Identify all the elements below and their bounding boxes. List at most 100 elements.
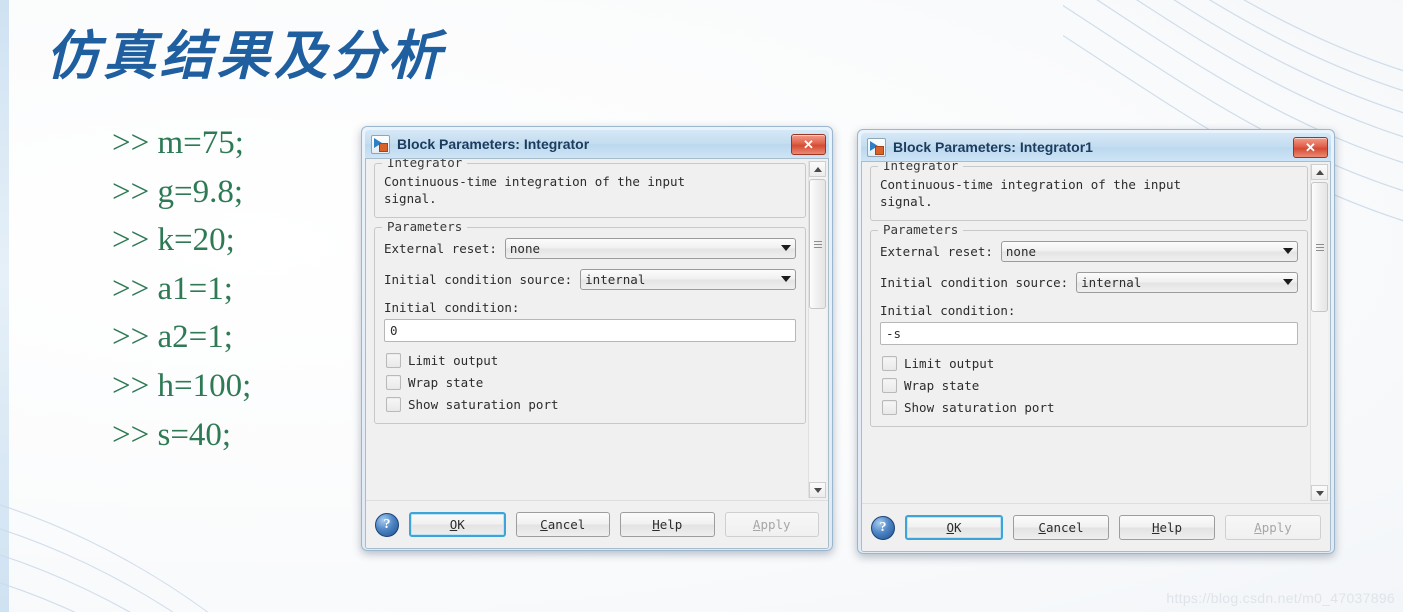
show-saturation-port-label: Show saturation port <box>408 396 559 412</box>
cancel-button[interactable]: Cancel <box>1013 515 1109 540</box>
initial-condition-source-label: Initial condition source: <box>384 271 573 287</box>
external-reset-label: External reset: <box>880 243 993 259</box>
initial-condition-source-value: internal <box>1081 274 1142 290</box>
chevron-down-icon <box>781 245 791 252</box>
page-title: 仿真结果及分析 <box>46 25 445 87</box>
description-group: Integrator Continuous-time integration o… <box>870 162 1308 221</box>
command-line: >> a2=1; <box>112 319 233 356</box>
dialog-scroll-area: Integrator Continuous-time integration o… <box>366 159 828 500</box>
limit-output-label: Limit output <box>408 352 499 368</box>
cancel-button[interactable]: Cancel <box>515 512 610 537</box>
external-reset-row: External reset: none <box>384 237 796 259</box>
wrap-state-checkbox-row[interactable]: Wrap state <box>386 374 796 390</box>
description-group-legend: Integrator <box>878 162 964 173</box>
initial-condition-source-dropdown[interactable]: internal <box>1076 271 1298 293</box>
chevron-down-icon <box>813 487 822 493</box>
dialog-title: Block Parameters: Integrator <box>397 136 590 152</box>
help-button[interactable]: Help <box>1119 515 1215 540</box>
parameters-group: Parameters External reset: none Initial … <box>374 218 806 424</box>
wrap-state-checkbox[interactable] <box>386 374 401 390</box>
show-saturation-port-checkbox[interactable] <box>882 399 897 415</box>
scrollbar-thumb[interactable] <box>809 179 826 309</box>
external-reset-label: External reset: <box>384 240 497 256</box>
apply-button[interactable]: Apply <box>1225 515 1321 540</box>
ok-button[interactable]: OK <box>409 512 506 537</box>
show-saturation-port-checkbox[interactable] <box>386 396 401 412</box>
initial-condition-source-row: Initial condition source: internal <box>880 271 1298 293</box>
watermark: https://blog.csdn.net/m0_47037896 <box>1166 590 1395 606</box>
chevron-down-icon <box>1315 490 1324 496</box>
dialog-titlebar[interactable]: Block Parameters: Integrator1 ✕ <box>861 133 1331 161</box>
help-button[interactable]: Help <box>620 512 715 537</box>
apply-button[interactable]: Apply <box>724 512 819 537</box>
command-line: >> s=40; <box>112 416 232 453</box>
command-line: >> m=75; <box>112 125 244 161</box>
command-line: >> h=100; <box>112 367 252 404</box>
parameters-group-legend: Parameters <box>382 218 468 234</box>
initial-condition-source-dropdown[interactable]: internal <box>580 268 796 290</box>
dialog-scroll-area: Integrator Continuous-time integration o… <box>862 162 1330 503</box>
limit-output-checkbox[interactable] <box>882 355 897 371</box>
parameters-group: Parameters External reset: none Initial … <box>870 221 1308 427</box>
chevron-down-icon <box>781 276 791 283</box>
block-parameters-dialog-integrator[interactable]: Block Parameters: Integrator ✕ Integrato… <box>361 126 833 551</box>
dialog-title: Block Parameters: Integrator1 <box>893 139 1093 155</box>
dialog-body: Integrator Continuous-time integration o… <box>365 158 829 549</box>
scrollbar-thumb[interactable] <box>1311 182 1328 312</box>
grip-icon <box>813 240 822 248</box>
dialog-button-bar: ? OK Cancel Help Apply <box>366 500 828 548</box>
limit-output-label: Limit output <box>904 355 995 371</box>
limit-output-checkbox[interactable] <box>386 352 401 368</box>
description-group: Integrator Continuous-time integration o… <box>374 159 806 218</box>
command-line: >> g=9.8; <box>112 173 244 210</box>
dialog-titlebar[interactable]: Block Parameters: Integrator ✕ <box>365 130 829 158</box>
left-edge-accent <box>0 0 9 612</box>
limit-output-checkbox-row[interactable]: Limit output <box>386 352 796 368</box>
help-button-rest: elp <box>659 517 683 532</box>
initial-condition-input[interactable] <box>384 318 796 342</box>
help-orb-icon[interactable]: ? <box>871 515 895 540</box>
help-button-rest: elp <box>1159 520 1183 535</box>
show-saturation-port-checkbox-row[interactable]: Show saturation port <box>386 396 796 412</box>
ok-button[interactable]: OK <box>905 515 1003 540</box>
command-line: >> a1=1; <box>112 270 233 307</box>
external-reset-value: none <box>509 240 540 256</box>
wrap-state-checkbox-row[interactable]: Wrap state <box>882 377 1298 393</box>
external-reset-dropdown[interactable]: none <box>1000 240 1298 262</box>
limit-output-checkbox-row[interactable]: Limit output <box>882 355 1298 371</box>
chevron-down-icon <box>1283 248 1293 255</box>
chevron-up-icon <box>1315 169 1324 175</box>
show-saturation-port-checkbox-row[interactable]: Show saturation port <box>882 399 1298 415</box>
close-icon[interactable]: ✕ <box>791 133 826 155</box>
vertical-scrollbar[interactable] <box>808 161 826 498</box>
simulink-block-icon <box>867 137 886 157</box>
apply-button-rest: pply <box>1261 520 1292 535</box>
block-parameters-dialog-integrator1[interactable]: Block Parameters: Integrator1 ✕ Integrat… <box>857 129 1335 554</box>
dialog-content: Integrator Continuous-time integration o… <box>374 159 806 433</box>
external-reset-dropdown[interactable]: none <box>504 237 796 259</box>
dialog-body: Integrator Continuous-time integration o… <box>861 161 1331 552</box>
scroll-down-button[interactable] <box>809 482 826 498</box>
close-icon[interactable]: ✕ <box>1293 136 1328 158</box>
initial-condition-source-row: Initial condition source: internal <box>384 268 796 290</box>
help-orb-icon[interactable]: ? <box>375 512 399 537</box>
description-group-legend: Integrator <box>382 159 468 170</box>
dialog-content: Integrator Continuous-time integration o… <box>870 162 1308 436</box>
parameters-group-legend: Parameters <box>878 221 964 237</box>
initial-condition-label: Initial condition: <box>384 299 520 315</box>
dialog-button-bar: ? OK Cancel Help Apply <box>862 503 1330 551</box>
chevron-down-icon <box>1283 279 1293 286</box>
initial-condition-source-value: internal <box>585 271 646 287</box>
wrap-state-label: Wrap state <box>408 374 484 390</box>
scroll-up-button[interactable] <box>809 161 826 177</box>
ok-button-rest: K <box>457 517 465 532</box>
command-line: >> k=20; <box>112 222 235 259</box>
vertical-scrollbar[interactable] <box>1310 164 1328 501</box>
scroll-up-button[interactable] <box>1311 164 1328 180</box>
wrap-state-label: Wrap state <box>904 377 980 393</box>
wrap-state-checkbox[interactable] <box>882 377 897 393</box>
initial-condition-input[interactable] <box>880 321 1298 345</box>
scroll-down-button[interactable] <box>1311 485 1328 501</box>
show-saturation-port-label: Show saturation port <box>904 399 1055 415</box>
description-text: Continuous-time integration of the input… <box>384 174 686 206</box>
